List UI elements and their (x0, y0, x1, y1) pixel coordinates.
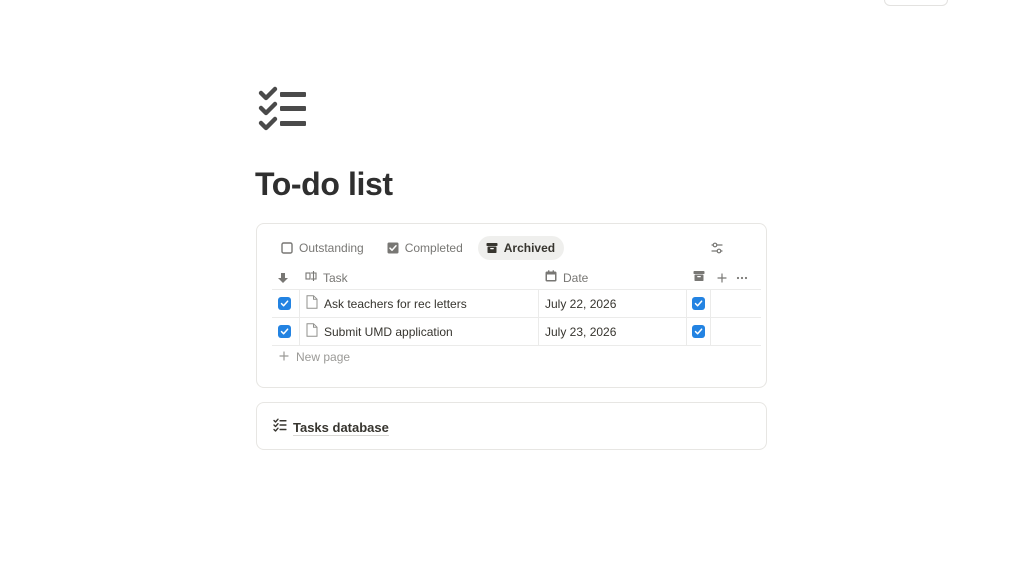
empty-checkbox-icon (281, 242, 293, 254)
filter-settings-icon[interactable] (709, 240, 725, 256)
task-date[interactable]: July 22, 2026 (545, 290, 616, 317)
table-header: Task Date (272, 266, 761, 290)
sort-descending-icon[interactable] (277, 266, 291, 289)
calendar-icon (545, 270, 557, 285)
archived-checkbox[interactable] (692, 318, 705, 345)
tab-label: Archived (503, 241, 556, 255)
add-property-icon[interactable] (716, 266, 728, 289)
task-title: Ask teachers for rec letters (324, 296, 467, 311)
task-date[interactable]: July 23, 2026 (545, 318, 616, 345)
tasks-database-link[interactable]: Tasks database (273, 418, 389, 437)
task-title: Submit UMD application (324, 324, 453, 339)
new-page-button[interactable]: New page (279, 350, 350, 364)
tab-label: Completed (404, 241, 463, 255)
checklist-icon[interactable] (256, 86, 310, 134)
database-view: Outstanding Completed Archived Task Date… (256, 223, 767, 388)
column-header-date[interactable]: Date (545, 266, 588, 289)
page-document-icon (306, 323, 318, 340)
task-title-cell[interactable]: Ask teachers for rec letters (306, 290, 467, 317)
task-title-cell[interactable]: Submit UMD application (306, 318, 453, 345)
plus-icon (279, 350, 289, 364)
linked-database-card: Tasks database (256, 402, 767, 450)
archived-checkbox[interactable] (692, 290, 705, 317)
done-checkbox[interactable] (278, 318, 291, 345)
archive-box-icon (486, 242, 498, 254)
tab-label: Outstanding (299, 241, 364, 255)
top-right-button[interactable] (884, 0, 948, 6)
task-table: Task Date Ask teachers for rec letters J… (272, 266, 761, 346)
table-row[interactable]: Submit UMD application July 23, 2026 (272, 318, 761, 346)
table-row[interactable]: Ask teachers for rec letters July 22, 20… (272, 290, 761, 318)
view-tabs: Outstanding Completed Archived (273, 236, 565, 260)
archive-box-icon (693, 270, 705, 285)
column-label: Task (323, 270, 348, 285)
title-property-icon (305, 270, 317, 285)
tab-completed[interactable]: Completed (379, 236, 472, 260)
column-header-archived[interactable] (693, 266, 705, 289)
checked-box-icon (387, 242, 399, 254)
checklist-icon (273, 418, 287, 437)
column-header-task[interactable]: Task (305, 266, 348, 289)
tab-archived[interactable]: Archived (477, 236, 565, 260)
page-document-icon (306, 295, 318, 312)
new-page-label: New page (296, 350, 351, 364)
done-checkbox[interactable] (278, 290, 291, 317)
more-options-icon[interactable] (736, 266, 748, 289)
linked-database-label: Tasks database (293, 419, 389, 436)
column-label: Date (563, 270, 589, 285)
tab-outstanding[interactable]: Outstanding (273, 236, 373, 260)
page-title: To-do list (255, 166, 393, 202)
